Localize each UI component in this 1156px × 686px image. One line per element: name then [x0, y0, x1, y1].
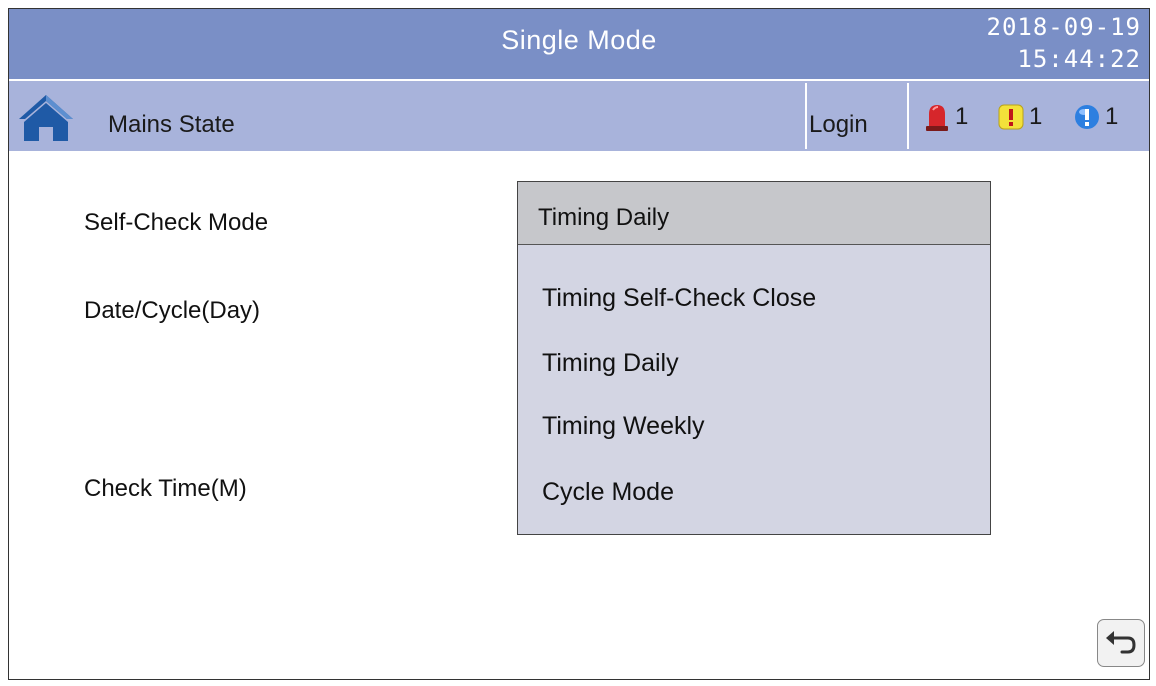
self-check-mode-label: Self-Check Mode — [84, 209, 269, 236]
date-cycle-label: Date/Cycle(Day) — [84, 297, 261, 324]
datetime-display: 2018-09-19 15:44:22 — [987, 11, 1142, 75]
back-button[interactable] — [1097, 619, 1145, 667]
separator — [907, 83, 909, 149]
title-bar: Single Mode 2018-09-19 15:44:22 — [9, 9, 1149, 79]
selected-value-text: Timing Daily — [538, 204, 670, 231]
check-time-label: Check Time(M) — [84, 475, 247, 502]
page-title: Single Mode — [501, 25, 657, 55]
date-text: 2018-09-19 — [986, 13, 1141, 41]
option-timing-daily[interactable]: Timing Daily — [542, 349, 679, 378]
info-count: 1 — [1105, 103, 1119, 130]
time-text: 15:44:22 — [1017, 45, 1141, 73]
alarm-count: 1 — [955, 103, 969, 130]
self-check-mode-dropdown[interactable]: Timing Daily Timing Self-Check Close Tim… — [517, 181, 991, 535]
alarm-indicator-info[interactable]: 1 — [1073, 97, 1118, 137]
alarm-indicator-warning[interactable]: 1 — [997, 97, 1042, 137]
option-timing-weekly[interactable]: Timing Weekly — [542, 412, 705, 441]
status-bar: Mains State Login 1 1 1 — [9, 81, 1149, 151]
back-arrow-icon — [1106, 631, 1136, 654]
option-timing-self-check-close[interactable]: Timing Self-Check Close — [542, 284, 816, 313]
alarm-indicator-critical[interactable]: 1 — [923, 97, 968, 137]
screen-frame: Single Mode 2018-09-19 15:44:22 Mains St… — [8, 8, 1150, 680]
separator — [805, 83, 807, 149]
mains-state-label: Mains State — [108, 111, 235, 138]
home-icon — [19, 95, 73, 141]
warning-count: 1 — [1029, 103, 1043, 130]
home-button[interactable] — [17, 93, 75, 143]
red-alarm-light-icon — [923, 102, 951, 132]
login-button[interactable]: Login — [809, 111, 868, 139]
yellow-warning-icon — [997, 102, 1025, 132]
dropdown-selected-value[interactable]: Timing Daily — [518, 182, 990, 245]
option-cycle-mode[interactable]: Cycle Mode — [542, 478, 674, 507]
blue-info-icon — [1073, 102, 1101, 132]
